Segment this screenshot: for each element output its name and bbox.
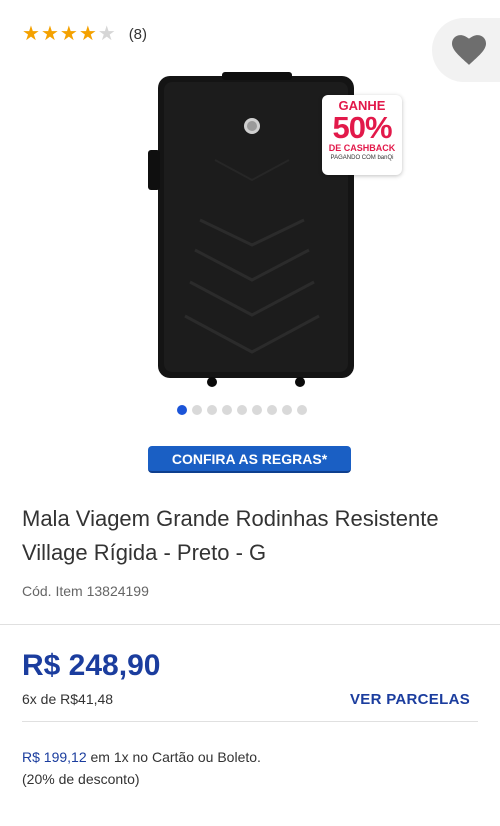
installments-text: 6x de R$41,48 xyxy=(22,691,114,707)
gallery-dot[interactable] xyxy=(297,405,307,415)
heart-icon xyxy=(452,35,486,65)
cash-price: R$ 199,12 xyxy=(22,749,87,765)
gallery-dot[interactable] xyxy=(267,405,277,415)
badge-bottom-text: PAGANDO COM banQi xyxy=(330,155,394,161)
gallery-dot[interactable] xyxy=(207,405,217,415)
gallery-dot[interactable] xyxy=(192,405,202,415)
cash-payment-info: R$ 199,12 em 1x no Cartão ou Boleto. (20… xyxy=(22,746,261,790)
product-price: R$ 248,90 xyxy=(22,649,161,682)
star-icon: ★ xyxy=(40,23,59,45)
product-sku: Cód. Item 13824199 xyxy=(22,583,149,599)
badge-percent: 50% xyxy=(332,110,392,145)
divider xyxy=(22,721,478,722)
discount-text: (20% de desconto) xyxy=(22,771,140,787)
star-icon: ★ xyxy=(59,23,78,45)
star-empty-icon: ★ xyxy=(97,23,116,45)
gallery-dot[interactable] xyxy=(177,405,187,415)
product-title: Mala Viagem Grande Rodinhas Resistente V… xyxy=(22,506,439,565)
gallery-dot[interactable] xyxy=(252,405,262,415)
star-icon: ★ xyxy=(78,23,97,45)
divider xyxy=(0,624,500,625)
rules-button[interactable]: CONFIRA AS REGRAS* xyxy=(148,446,351,473)
see-installments-link[interactable]: VER PARCELAS xyxy=(350,691,470,708)
gallery-dot[interactable] xyxy=(222,405,232,415)
rating-count[interactable]: (8) xyxy=(129,26,147,43)
star-icon: ★ xyxy=(22,23,40,45)
cash-text: em 1x no Cartão ou Boleto. xyxy=(90,749,261,765)
badge-mid-text: DE CASHBACK xyxy=(328,143,396,153)
rating[interactable]: ★ ★ ★ ★ ★ (8) xyxy=(22,24,147,44)
favorite-button[interactable] xyxy=(432,18,500,82)
gallery-dots xyxy=(177,405,312,415)
gallery-dot[interactable] xyxy=(237,405,247,415)
cashback-badge: GANHE 50% DE CASHBACK PAGANDO COM banQi xyxy=(322,95,402,175)
gallery-dot[interactable] xyxy=(282,405,292,415)
